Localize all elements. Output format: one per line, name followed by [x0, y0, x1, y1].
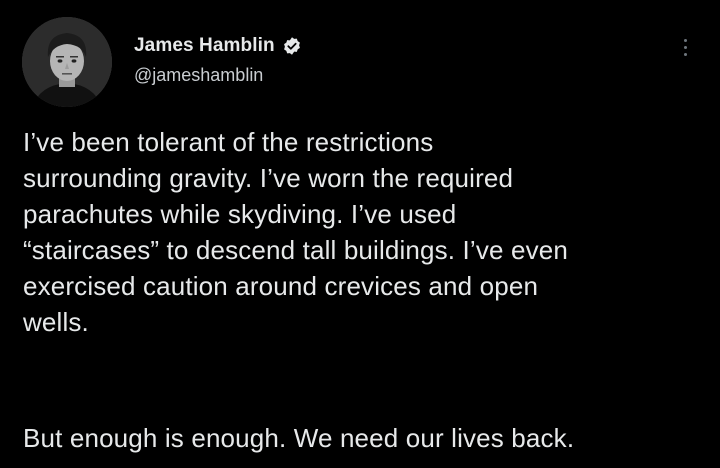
more-options-icon	[683, 38, 687, 42]
author-info: James Hamblin @jameshamblin	[134, 33, 302, 86]
tweet-text-line: parachutes while skydiving. I’ve used	[23, 199, 457, 229]
tweet-text-line: “staircases” to descend tall buildings. …	[23, 235, 568, 265]
tweet-text-line: exercised caution around crevices and op…	[23, 271, 539, 301]
tweet-text-line: wells.	[23, 307, 89, 337]
tweet-card: James Hamblin @jameshamblin I’ve been to…	[0, 0, 720, 468]
verified-badge-icon	[282, 36, 302, 56]
user-handle[interactable]: @jameshamblin	[134, 65, 302, 86]
more-options-icon-dot	[683, 52, 687, 56]
tweet-text: I’ve been tolerant of the restrictions s…	[23, 124, 713, 453]
avatar-photo	[22, 17, 112, 107]
tweet-text-line: I’ve been tolerant of the restrictions	[23, 127, 434, 157]
more-options-icon-dot	[683, 45, 687, 49]
more-options-button[interactable]	[672, 30, 698, 64]
tweet-closing-line: But enough is enough. We need our lives …	[23, 423, 575, 453]
display-name[interactable]: James Hamblin	[134, 35, 275, 57]
name-row: James Hamblin	[134, 33, 302, 59]
avatar[interactable]	[22, 17, 112, 107]
tweet-text-line: surrounding gravity. I’ve worn the requi…	[23, 163, 514, 193]
